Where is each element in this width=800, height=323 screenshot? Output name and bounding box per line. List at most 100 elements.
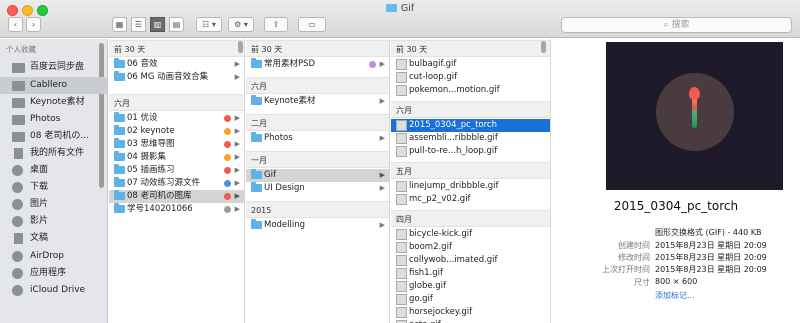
sidebar-item[interactable]: 下载 — [0, 179, 107, 196]
color-tag — [369, 61, 376, 68]
folder-name: 05 插画练习 — [127, 165, 175, 175]
folder-icon — [12, 115, 25, 125]
chevron-right-icon: ▶ — [379, 184, 385, 192]
sidebar-item[interactable]: Photos — [0, 111, 107, 128]
folder-row[interactable]: Gif ▶ — [246, 169, 389, 182]
section-header: 2015 — [246, 201, 389, 218]
folder-icon — [12, 98, 25, 108]
folder-row[interactable]: 03 思维导图 ▶ — [109, 138, 244, 151]
file-row[interactable]: octo.gif — [391, 319, 550, 323]
sidebar-item-label: 图片 — [30, 199, 49, 209]
file-row[interactable]: mc_p2_v02.gif — [391, 193, 550, 206]
folder-icon — [114, 71, 125, 81]
column-scrollbar[interactable] — [541, 41, 546, 53]
sidebar-item-label: 百度云同步盘 — [30, 62, 85, 72]
finder-window: Gif ‹ › ▦ ☰ ▥ ▤ ☷ ▾ ⚙ ▾ ⇪ ▭ ⌕ 搜索 个人收藏 百度… — [0, 0, 800, 323]
sidebar-item[interactable]: 影片 — [0, 213, 107, 230]
folder-row[interactable]: 06 音效 ▶ — [109, 58, 244, 71]
folder-name: 02 keynote — [127, 126, 175, 136]
sidebar-item[interactable]: 桌面 — [0, 162, 107, 179]
color-tag — [224, 193, 231, 200]
file-row[interactable]: 2015_0304_pc_torch — [391, 119, 550, 132]
file-thumbnail-icon — [396, 146, 407, 157]
file-name: pokemon...motion.gif — [409, 85, 500, 95]
folder-row[interactable]: 02 keynote ▶ — [109, 125, 244, 138]
meta-value: 图形交换格式 (GIF) - 440 KB — [655, 228, 762, 237]
folder-row[interactable]: 常用素材PSD ▶ — [246, 58, 389, 71]
folder-row[interactable]: UI Design ▶ — [246, 182, 389, 195]
meta-label: 修改时间 — [618, 253, 650, 262]
folder-icon — [114, 190, 125, 200]
add-tags-link[interactable]: 添加标记... — [655, 290, 695, 301]
action-gear-button[interactable]: ⚙ ▾ — [228, 17, 254, 32]
file-row[interactable]: boom2.gif — [391, 241, 550, 254]
sidebar-item[interactable]: 应用程序 — [0, 265, 107, 282]
icon-view-button[interactable]: ▦ — [112, 17, 127, 32]
folder-name: 常用素材PSD — [264, 59, 316, 69]
folder-name: Gif — [264, 170, 276, 180]
folder-row[interactable]: 学号140201066 ▶ — [109, 203, 244, 216]
sidebar: 个人收藏 百度云同步盘 Cabllero Keynote素材 Photos 08 老司机… — [0, 39, 108, 323]
search-input[interactable]: ⌕ 搜索 — [561, 17, 792, 33]
preview-image — [606, 42, 783, 190]
file-row[interactable]: globe.gif — [391, 280, 550, 293]
cover-flow-button[interactable]: ▤ — [169, 17, 184, 32]
folder-row[interactable]: Keynote素材 ▶ — [246, 95, 389, 108]
forward-button[interactable]: › — [26, 17, 41, 32]
sidebar-item[interactable]: 图片 — [0, 196, 107, 213]
file-row[interactable]: horsejockey.gif — [391, 306, 550, 319]
sidebar-item[interactable]: 08 老司机の... — [0, 128, 107, 145]
file-row[interactable]: fish1.gif — [391, 267, 550, 280]
folder-row[interactable]: 01 优设 ▶ — [109, 112, 244, 125]
file-row[interactable]: cut-loop.gif — [391, 71, 550, 84]
share-button[interactable]: ⇪ — [264, 17, 288, 32]
folder-name: 学号140201066 — [127, 204, 193, 214]
desktop-icon — [12, 165, 23, 176]
list-view-button[interactable]: ☰ — [131, 17, 146, 32]
file-name: 2015_0304_pc_torch — [409, 120, 497, 130]
file-name: horsejockey.gif — [409, 307, 473, 317]
preview-filename: 2015_0304_pc_torch — [613, 199, 739, 213]
color-tag — [224, 167, 231, 174]
sidebar-item[interactable]: iCloud Drive — [0, 282, 107, 299]
sidebar-item[interactable]: Keynote素材 — [0, 94, 107, 111]
column-view-button[interactable]: ▥ — [150, 17, 165, 32]
sidebar-item-label: Keynote素材 — [30, 97, 85, 107]
chevron-right-icon: ▶ — [234, 60, 240, 68]
folder-row[interactable]: 04 摄影集 ▶ — [109, 151, 244, 164]
file-row[interactable]: linejump_dribbble.gif — [391, 180, 550, 193]
file-row[interactable]: pull-to-re...h_loop.gif — [391, 145, 550, 158]
folder-row[interactable]: 05 插画练习 ▶ — [109, 164, 244, 177]
sidebar-item[interactable]: Cabllero — [0, 77, 107, 94]
folder-name: Keynote素材 — [264, 96, 316, 106]
file-row[interactable]: bicycle-kick.gif — [391, 228, 550, 241]
applications-icon — [12, 268, 23, 279]
chevron-right-icon: ▶ — [234, 73, 240, 81]
file-row[interactable]: assembli...ribbble.gif — [391, 132, 550, 145]
sidebar-item[interactable]: 我的所有文件 — [0, 145, 107, 162]
arrange-button[interactable]: ☷ ▾ — [196, 17, 222, 32]
sidebar-item[interactable]: 文稿 — [0, 230, 107, 247]
sidebar-item-label: 08 老司机の... — [30, 131, 89, 141]
column-3: 前 30 天 bulbagif.gif cut-loop.gif pokemon...… — [391, 39, 551, 323]
sidebar-item-label: 应用程序 — [30, 268, 67, 278]
folder-row[interactable]: 08 老司机の图库 ▶ — [109, 190, 244, 203]
section-header: 五月 — [391, 162, 550, 179]
file-row[interactable]: bulbagif.gif — [391, 58, 550, 71]
folder-row[interactable]: Photos ▶ — [246, 132, 389, 145]
file-row[interactable]: collywob...imated.gif — [391, 254, 550, 267]
file-row[interactable]: pokemon...motion.gif — [391, 84, 550, 97]
sidebar-item[interactable]: AirDrop — [0, 248, 107, 265]
section-header: 前 30 天 — [391, 40, 550, 57]
file-name: boom2.gif — [409, 242, 452, 252]
folder-row[interactable]: 06 MG 动画音效合集 ▶ — [109, 71, 244, 84]
sidebar-item-label: 下载 — [30, 182, 49, 192]
file-row[interactable]: go.gif — [391, 293, 550, 306]
folder-row[interactable]: Modelling ▶ — [246, 219, 389, 232]
tag-button[interactable]: ▭ — [298, 17, 326, 32]
sidebar-item[interactable]: 百度云同步盘 — [0, 59, 107, 76]
back-button[interactable]: ‹ — [8, 17, 23, 32]
folder-row[interactable]: 07 动效练习源文件 ▶ — [109, 177, 244, 190]
search-placeholder: 搜索 — [671, 20, 690, 30]
column-scrollbar[interactable] — [238, 41, 243, 53]
